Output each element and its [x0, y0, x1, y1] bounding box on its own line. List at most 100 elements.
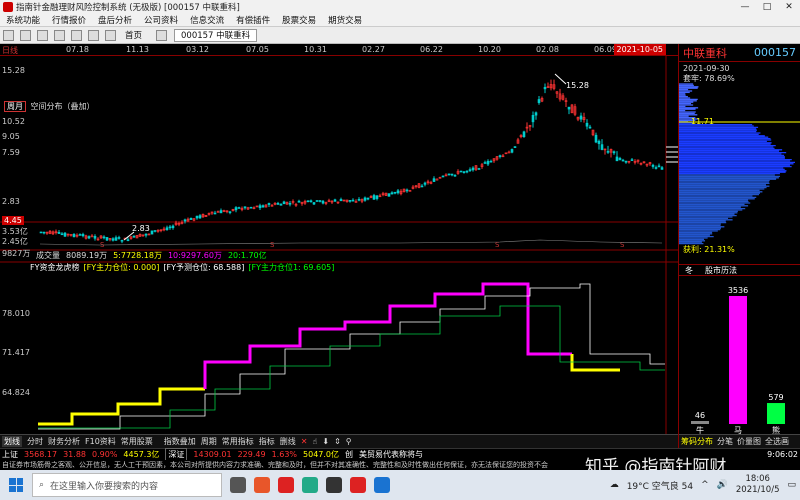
- menu-system[interactable]: 系统功能: [0, 14, 46, 26]
- candle-body: [543, 86, 547, 90]
- volume-icon[interactable]: 🔊: [717, 480, 728, 490]
- candle-body: [651, 164, 655, 167]
- explorer-icon[interactable]: [374, 477, 390, 493]
- stock-tab[interactable]: 000157 中联重科: [174, 28, 258, 42]
- candle-body: [420, 185, 424, 188]
- candle-body: [618, 158, 622, 160]
- indicator-name[interactable]: FY资金龙虎榜: [30, 262, 80, 273]
- candle-body: [351, 199, 355, 202]
- period-box[interactable]: 周月: [4, 101, 26, 112]
- high-pointer: [554, 73, 567, 85]
- candle-body: [447, 173, 451, 176]
- close-icon[interactable]: ✕: [301, 437, 308, 446]
- menu-stock-trade[interactable]: 股票交易: [276, 14, 322, 26]
- home-link[interactable]: 首页: [125, 29, 142, 41]
- maximize-button[interactable]: □: [756, 2, 778, 12]
- tab-tick[interactable]: 分笔: [717, 436, 733, 447]
- candle-body: [432, 178, 436, 182]
- candle-body: [60, 233, 64, 236]
- menu-analysis[interactable]: 盘后分析: [92, 14, 138, 26]
- candle-body: [297, 200, 301, 203]
- lock-icon[interactable]: ⚲: [346, 437, 352, 446]
- chat-icon[interactable]: [302, 477, 318, 493]
- candle-body: [276, 202, 280, 205]
- tab-chip-distribution[interactable]: 筹码分布: [681, 436, 713, 447]
- home-icon[interactable]: [54, 29, 65, 41]
- taskbar-date: 2021/10/5: [735, 485, 780, 495]
- tab-period[interactable]: 周期: [201, 436, 217, 447]
- sh-index-label[interactable]: 上证: [2, 449, 18, 460]
- candle-body: [477, 168, 481, 170]
- candle-body: [111, 238, 115, 241]
- candle-body: [93, 236, 97, 239]
- indicator-v1: [FY主力仓位: 0.000]: [83, 263, 160, 272]
- candle-body: [243, 206, 247, 209]
- title-bar: 指南针金融理财风险控制系统 (无极版) [000157 中联重科] — □ ✕: [0, 0, 800, 13]
- print-icon[interactable]: [71, 29, 82, 41]
- indicator-y-tick: 71.417: [2, 348, 30, 357]
- tab-favorites[interactable]: 常用股票: [121, 436, 153, 447]
- candle-body: [462, 171, 466, 173]
- candle-body: [333, 199, 337, 202]
- candle-body: [228, 211, 232, 214]
- bar-value: 46: [694, 411, 706, 420]
- browser-icon[interactable]: [254, 477, 270, 493]
- candle-body: [660, 167, 664, 170]
- app-icon[interactable]: [278, 477, 294, 493]
- windows-start-icon[interactable]: [4, 473, 28, 497]
- candle-body: [339, 199, 343, 202]
- candle-body: [468, 169, 472, 171]
- chip-distribution-panel: 中联重科 000157 2021-09-30 套牢: 78.69% 11.71 …: [678, 44, 800, 450]
- arrow-down-icon[interactable]: ⬇: [322, 437, 329, 446]
- sz-index-change: 229.49: [237, 450, 266, 459]
- tab-delete-line[interactable]: 删线: [280, 436, 296, 447]
- help-icon[interactable]: [105, 29, 116, 41]
- tab-intraday[interactable]: 分时: [27, 436, 43, 447]
- menu-company[interactable]: 公司资料: [138, 14, 184, 26]
- tab-select-all[interactable]: 全选画: [765, 436, 789, 447]
- refresh-icon[interactable]: [37, 29, 48, 41]
- menu-plugins[interactable]: 有偿插件: [230, 14, 276, 26]
- taskbar-search[interactable]: ⌕ 在这里输入你要搜索的内容: [32, 473, 222, 497]
- back-icon[interactable]: [3, 29, 14, 41]
- tab-common-indicators[interactable]: 常用指标: [222, 436, 254, 447]
- chart-area[interactable]: 日线 07.18 11.13 03.12 07.05 10.31 02.27 0…: [0, 44, 678, 434]
- candlesticks: [39, 79, 664, 244]
- menu-futures-trade[interactable]: 期货交易: [322, 14, 368, 26]
- weather-icon[interactable]: ☁: [610, 480, 619, 490]
- menu-info[interactable]: 信息交流: [184, 14, 230, 26]
- news-ticker[interactable]: 美贸易代表称将与: [359, 449, 423, 460]
- taskbar-clock[interactable]: 18:06 2021/10/5: [736, 474, 780, 496]
- tab-indicators[interactable]: 指标: [259, 436, 275, 447]
- tab-index-overlay[interactable]: 指数叠加: [164, 436, 196, 447]
- tab-icon: [156, 29, 168, 41]
- candle-body: [126, 239, 130, 242]
- candle-body: [621, 159, 625, 162]
- close-button[interactable]: ✕: [778, 2, 800, 12]
- resize-icon[interactable]: ⇕: [334, 437, 341, 446]
- notification-icon[interactable]: ▭: [787, 480, 796, 490]
- camera-icon[interactable]: [326, 477, 342, 493]
- tab-draw-line[interactable]: 划线: [2, 436, 22, 447]
- kline-plot[interactable]: SSSS: [0, 44, 678, 434]
- windows-taskbar: ⌕ 在这里输入你要搜索的内容 ☁ 19°C 空气良 54 ^ 🔊 18:06 2…: [0, 470, 800, 500]
- high-annotation: 15.28: [566, 81, 589, 90]
- pointer-icon[interactable]: ☝: [312, 437, 317, 446]
- tray-arrow-icon[interactable]: ^: [701, 480, 709, 490]
- weather-text[interactable]: 19°C 空气良 54: [627, 479, 693, 492]
- tab-f10[interactable]: F10资料: [85, 436, 116, 447]
- indicator-y-tick: 64.824: [2, 388, 30, 397]
- minimize-button[interactable]: —: [734, 2, 756, 12]
- task-view-icon[interactable]: [230, 477, 246, 493]
- indicator-label: FY资金龙虎榜 [FY主力仓位: 0.000] [FY予测仓位: 68.588]…: [30, 262, 334, 273]
- tab-financials[interactable]: 财务分析: [48, 436, 80, 447]
- forward-icon[interactable]: [20, 29, 31, 41]
- candle-body: [375, 195, 379, 199]
- candle-body: [63, 232, 67, 237]
- tab-price-volume[interactable]: 价量图: [737, 436, 761, 447]
- candle-body: [405, 189, 409, 192]
- candle-body: [600, 144, 604, 150]
- settings-icon[interactable]: [88, 29, 99, 41]
- stock-app-icon[interactable]: [350, 477, 366, 493]
- menu-quotes[interactable]: 行情报价: [46, 14, 92, 26]
